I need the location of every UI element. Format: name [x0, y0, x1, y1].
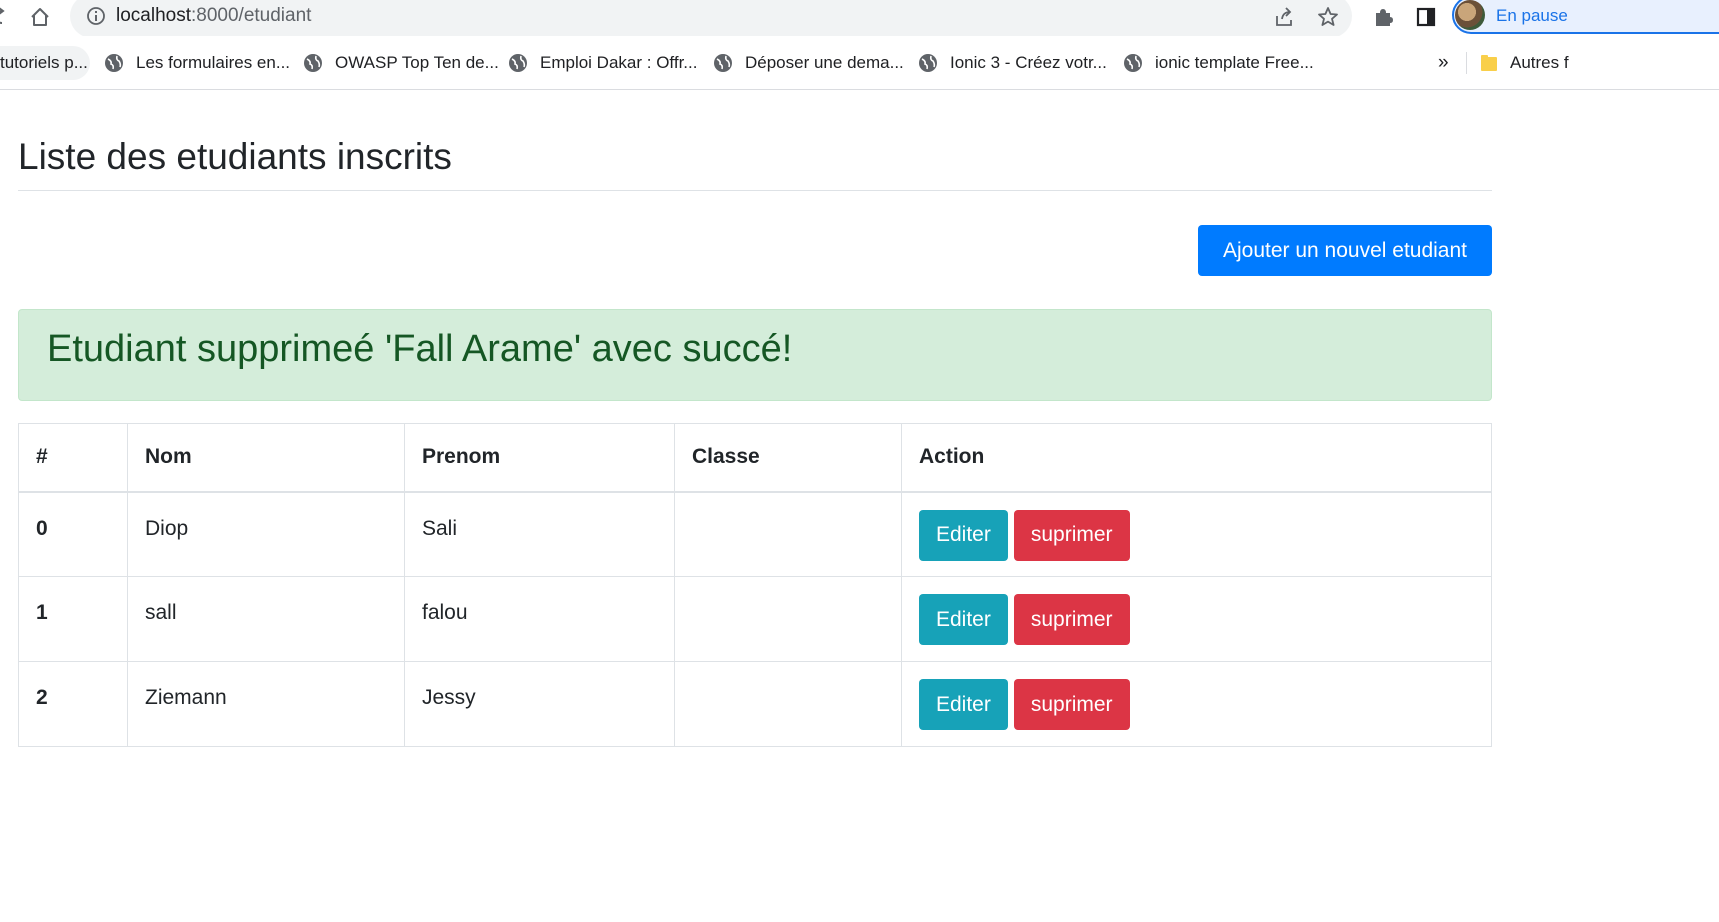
cell-action: Editer suprimer: [901, 661, 1492, 747]
success-alert: Etudiant supprimeé 'Fall Arame' avec suc…: [18, 309, 1492, 401]
globe-icon: [105, 54, 123, 72]
bookmark-item[interactable]: Emploi Dakar : Offr...: [508, 53, 697, 73]
bookmarks-bar: tutoriels p... Les formulaires en... OWA…: [0, 36, 1719, 90]
avatar[interactable]: [1455, 0, 1485, 30]
url-path: :8000/etudiant: [191, 5, 312, 26]
bookmark-label: OWASP Top Ten de...: [335, 53, 499, 72]
globe-icon: [304, 54, 322, 72]
cell-prenom: Jessy: [404, 661, 675, 747]
table-row: 0 Diop Sali Editer suprimer: [18, 491, 1492, 577]
folder-icon[interactable]: [1480, 54, 1498, 72]
bookmark-label: Les formulaires en...: [136, 53, 291, 72]
extensions-icon[interactable]: [1371, 6, 1395, 28]
title-divider: [18, 190, 1492, 191]
url-text[interactable]: localhost:8000/etudiant: [116, 5, 311, 27]
bookmark-label: Ionic 3 - Créez votr...: [950, 53, 1107, 72]
cell-prenom: Sali: [404, 491, 675, 577]
header-nom: Nom: [127, 423, 405, 493]
site-info-icon[interactable]: [86, 6, 106, 26]
bookmark-label: Emploi Dakar : Offr...: [540, 53, 698, 72]
alert-message: Etudiant supprimeé 'Fall Arame' avec suc…: [47, 328, 793, 370]
header-action: Action: [901, 423, 1492, 493]
cell-classe: [674, 576, 902, 662]
profile-status[interactable]: En pause: [1496, 6, 1568, 26]
side-panel-icon[interactable]: [1414, 6, 1438, 28]
url-host: localhost: [116, 5, 191, 26]
bookmarks-divider: [1466, 52, 1467, 74]
globe-icon: [509, 54, 527, 72]
cell-index: 1: [18, 576, 128, 662]
bookmark-label: tutoriels p...: [0, 53, 88, 72]
table-row: 1 sall falou Editer suprimer: [18, 576, 1492, 662]
bookmark-label: Déposer une dema...: [745, 53, 904, 72]
cell-action: Editer suprimer: [901, 491, 1492, 577]
bookmark-item[interactable]: OWASP Top Ten de...: [303, 53, 499, 73]
bookmarks-overflow-chevron[interactable]: »: [1438, 52, 1449, 74]
header-index: #: [18, 423, 128, 493]
bookmark-item[interactable]: Déposer une dema...: [713, 53, 904, 73]
browser-toolbar: localhost:8000/etudiant En pause: [0, 0, 1719, 38]
bookmark-star-icon[interactable]: [1316, 6, 1340, 28]
cell-classe: [674, 491, 902, 577]
cell-classe: [674, 661, 902, 747]
cell-index: 0: [18, 491, 128, 577]
delete-button[interactable]: suprimer: [1013, 679, 1130, 730]
cell-action: Editer suprimer: [901, 576, 1492, 662]
home-icon[interactable]: [28, 6, 52, 28]
cell-index: 2: [18, 661, 128, 747]
bookmark-item[interactable]: ionic template Free...: [1123, 53, 1314, 73]
delete-button[interactable]: suprimer: [1013, 594, 1130, 645]
share-icon[interactable]: [1272, 6, 1296, 28]
globe-icon: [714, 54, 732, 72]
cell-prenom: falou: [404, 576, 675, 662]
bookmark-label: ionic template Free...: [1155, 53, 1314, 72]
header-prenom: Prenom: [404, 423, 675, 493]
edit-button[interactable]: Editer: [919, 509, 1008, 561]
bookmark-item[interactable]: tutoriels p...: [0, 53, 88, 73]
bookmark-item[interactable]: Ionic 3 - Créez votr...: [918, 53, 1107, 73]
cell-nom: sall: [127, 576, 405, 662]
add-student-button[interactable]: Ajouter un nouvel etudiant: [1198, 225, 1492, 276]
students-table: # Nom Prenom Classe Action 0 Diop Sali E…: [18, 423, 1492, 747]
reload-icon[interactable]: [0, 6, 8, 28]
other-bookmarks[interactable]: Autres f: [1510, 53, 1569, 73]
page-title: Liste des etudiants inscrits: [18, 136, 452, 177]
globe-icon: [1124, 54, 1142, 72]
profile-button[interactable]: [1452, 0, 1719, 34]
edit-button[interactable]: Editer: [919, 679, 1008, 730]
bookmark-item[interactable]: Les formulaires en...: [104, 53, 290, 73]
table-header-row: # Nom Prenom Classe Action: [18, 423, 1492, 493]
delete-button[interactable]: suprimer: [1013, 509, 1130, 561]
cell-nom: Ziemann: [127, 661, 405, 747]
edit-button[interactable]: Editer: [919, 594, 1008, 645]
globe-icon: [919, 54, 937, 72]
header-classe: Classe: [674, 423, 902, 493]
cell-nom: Diop: [127, 491, 405, 577]
table-row: 2 Ziemann Jessy Editer suprimer: [18, 661, 1492, 747]
